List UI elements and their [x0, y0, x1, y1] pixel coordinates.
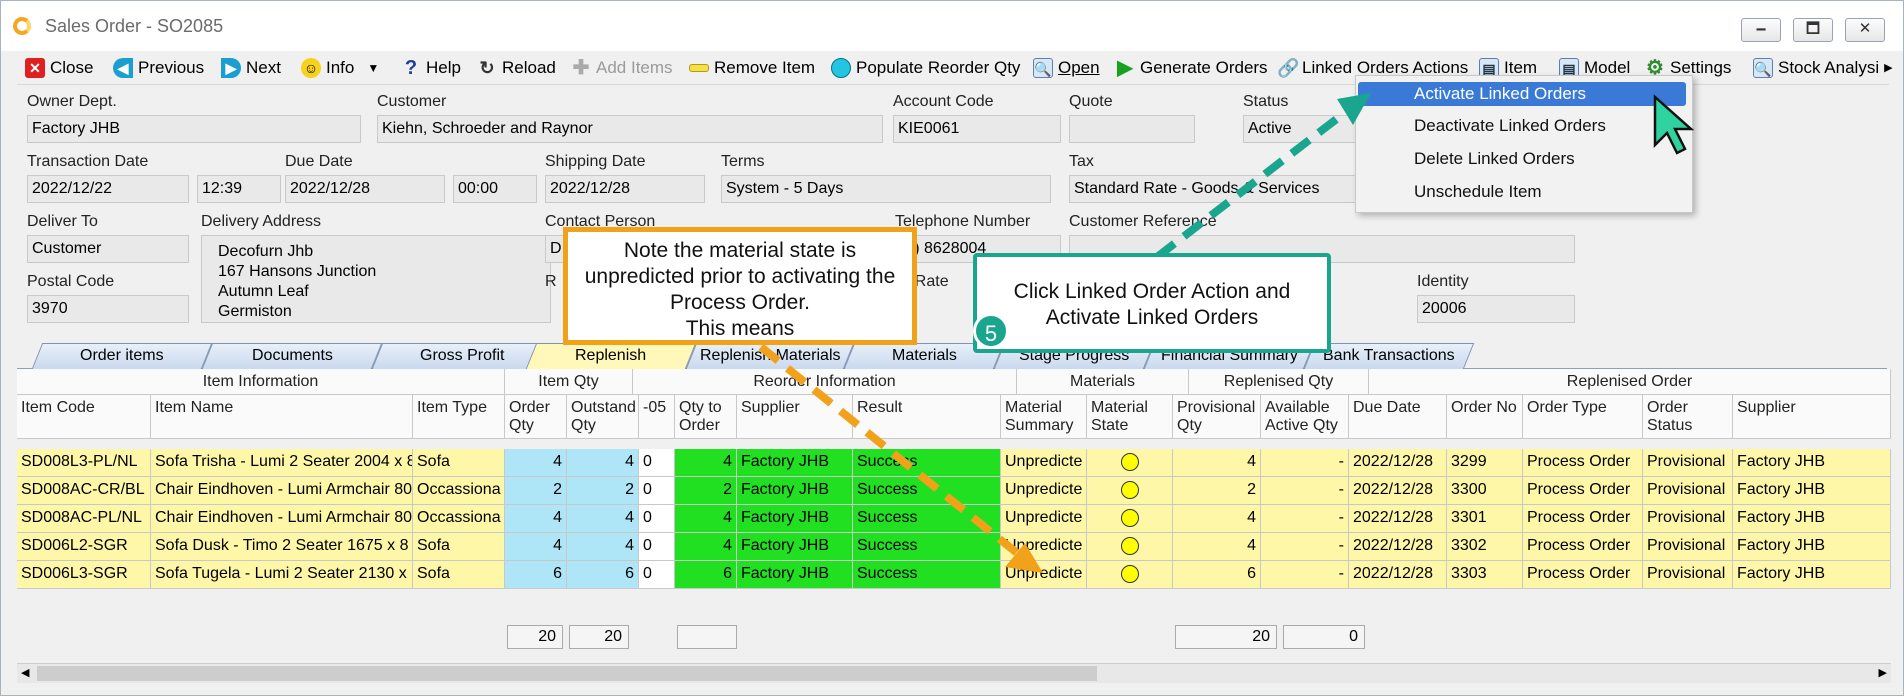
sales-order-window: Sales Order - SO2085 🗕 🗖 ✕ ✕ Close ◀ Previ… — [0, 0, 1904, 696]
step-callout-text: Click Linked Order Action and Activate L… — [1013, 280, 1291, 329]
note-callout-text: Note the material state is unpredicted p… — [584, 239, 896, 340]
note-callout: Note the material state is unpredicted p… — [563, 227, 917, 345]
mouse-cursor-icon — [1653, 94, 1695, 155]
step-number-badge: 5 — [973, 313, 1009, 349]
teal-dashed-arrow — [1154, 107, 1350, 261]
step-callout: Click Linked Order Action and Activate L… — [973, 253, 1331, 353]
orange-dashed-arrow — [758, 343, 1020, 557]
annotation-arrows — [758, 93, 1695, 573]
teal-arrowhead — [1337, 93, 1371, 125]
